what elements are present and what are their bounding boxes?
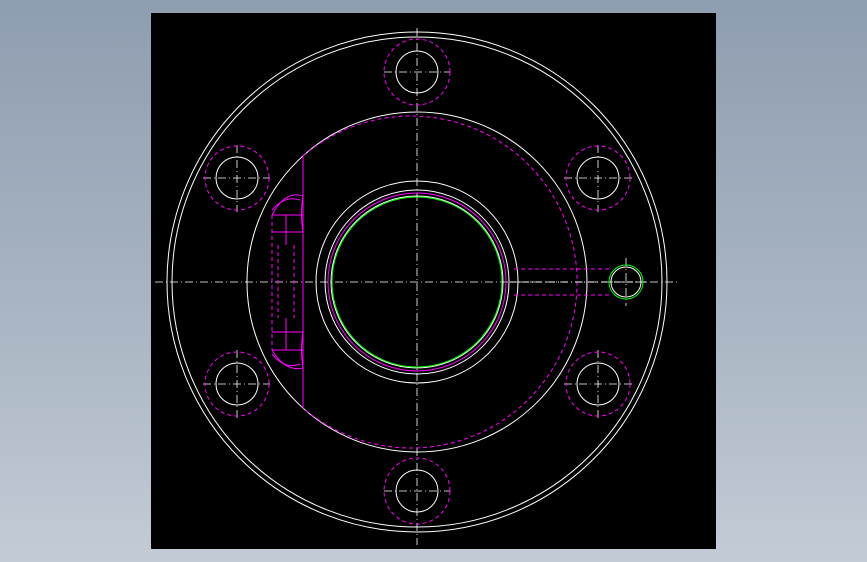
detail-upper-arc [271, 194, 304, 233]
centerlines [155, 28, 680, 545]
cad-viewport[interactable] [151, 13, 716, 549]
detail-lower-rect [272, 318, 303, 351]
detail-upper-rect [272, 214, 303, 245]
flange-drawing [155, 28, 680, 545]
